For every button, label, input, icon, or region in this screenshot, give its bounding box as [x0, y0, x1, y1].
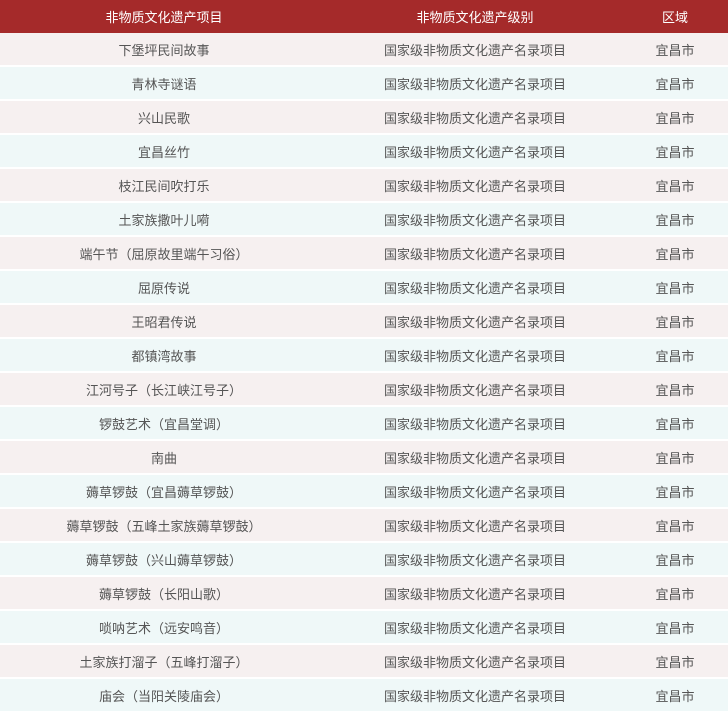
cell-level: 国家级非物质文化遗产名录项目 [328, 100, 622, 135]
table-body: 下堡坪民间故事 国家级非物质文化遗产名录项目 宜昌市 青林寺谜语 国家级非物质文化遗产名… [0, 33, 728, 713]
cell-project: 薅草锣鼓（兴山薅草锣鼓） [0, 542, 328, 577]
table-row: 薅草锣鼓（宜昌薅草锣鼓） 国家级非物质文化遗产名录项目 宜昌市 [0, 474, 728, 509]
cell-project: 土家族撒叶儿嗬 [0, 202, 328, 237]
cell-region: 宜昌市 [622, 338, 728, 373]
cell-region: 宜昌市 [622, 440, 728, 475]
table-row: 青林寺谜语 国家级非物质文化遗产名录项目 宜昌市 [0, 66, 728, 101]
table-row: 宜昌丝竹 国家级非物质文化遗产名录项目 宜昌市 [0, 134, 728, 169]
cell-project: 宜昌丝竹 [0, 134, 328, 169]
cell-level: 国家级非物质文化遗产名录项目 [328, 66, 622, 101]
cell-level: 国家级非物质文化遗产名录项目 [328, 474, 622, 509]
cell-region: 宜昌市 [622, 406, 728, 441]
cell-project: 薅草锣鼓（长阳山歌） [0, 576, 328, 611]
cell-level: 国家级非物质文化遗产名录项目 [328, 678, 622, 713]
header-level: 非物质文化遗产级别 [328, 0, 622, 33]
cell-level: 国家级非物质文化遗产名录项目 [328, 270, 622, 305]
cell-region: 宜昌市 [622, 644, 728, 679]
cell-level: 国家级非物质文化遗产名录项目 [328, 304, 622, 339]
table-row: 唢呐艺术（远安鸣音） 国家级非物质文化遗产名录项目 宜昌市 [0, 610, 728, 645]
cell-region: 宜昌市 [622, 304, 728, 339]
cell-region: 宜昌市 [622, 168, 728, 203]
table-row: 王昭君传说 国家级非物质文化遗产名录项目 宜昌市 [0, 304, 728, 339]
cell-level: 国家级非物质文化遗产名录项目 [328, 644, 622, 679]
table-row: 端午节（屈原故里端午习俗） 国家级非物质文化遗产名录项目 宜昌市 [0, 236, 728, 271]
cell-region: 宜昌市 [622, 508, 728, 543]
table-row: 薅草锣鼓（长阳山歌） 国家级非物质文化遗产名录项目 宜昌市 [0, 576, 728, 611]
cell-project: 王昭君传说 [0, 304, 328, 339]
table-row: 锣鼓艺术（宜昌堂调） 国家级非物质文化遗产名录项目 宜昌市 [0, 406, 728, 441]
cell-region: 宜昌市 [622, 610, 728, 645]
cell-region: 宜昌市 [622, 474, 728, 509]
cell-project: 下堡坪民间故事 [0, 33, 328, 67]
header-region: 区域 [622, 0, 728, 33]
cell-region: 宜昌市 [622, 33, 728, 67]
cell-level: 国家级非物质文化遗产名录项目 [328, 542, 622, 577]
cell-level: 国家级非物质文化遗产名录项目 [328, 134, 622, 169]
cell-project: 薅草锣鼓（宜昌薅草锣鼓） [0, 474, 328, 509]
cell-project: 兴山民歌 [0, 100, 328, 135]
cell-level: 国家级非物质文化遗产名录项目 [328, 576, 622, 611]
cell-level: 国家级非物质文化遗产名录项目 [328, 236, 622, 271]
table-row: 都镇湾故事 国家级非物质文化遗产名录项目 宜昌市 [0, 338, 728, 373]
heritage-table: 非物质文化遗产项目 非物质文化遗产级别 区域 下堡坪民间故事 国家级非物质文化遗产… [0, 0, 728, 713]
cell-project: 南曲 [0, 440, 328, 475]
cell-region: 宜昌市 [622, 576, 728, 611]
cell-project: 屈原传说 [0, 270, 328, 305]
table-header: 非物质文化遗产项目 非物质文化遗产级别 区域 [0, 0, 728, 33]
cell-project: 锣鼓艺术（宜昌堂调） [0, 406, 328, 441]
cell-region: 宜昌市 [622, 100, 728, 135]
table-row: 薅草锣鼓（兴山薅草锣鼓） 国家级非物质文化遗产名录项目 宜昌市 [0, 542, 728, 577]
cell-level: 国家级非物质文化遗产名录项目 [328, 202, 622, 237]
table-row: 南曲 国家级非物质文化遗产名录项目 宜昌市 [0, 440, 728, 475]
cell-project: 唢呐艺术（远安鸣音） [0, 610, 328, 645]
table-row: 土家族打溜子（五峰打溜子） 国家级非物质文化遗产名录项目 宜昌市 [0, 644, 728, 679]
cell-project: 青林寺谜语 [0, 66, 328, 101]
header-project: 非物质文化遗产项目 [0, 0, 328, 33]
cell-region: 宜昌市 [622, 372, 728, 407]
cell-project: 庙会（当阳关陵庙会） [0, 678, 328, 713]
cell-level: 国家级非物质文化遗产名录项目 [328, 440, 622, 475]
cell-level: 国家级非物质文化遗产名录项目 [328, 33, 622, 67]
cell-level: 国家级非物质文化遗产名录项目 [328, 372, 622, 407]
cell-region: 宜昌市 [622, 678, 728, 713]
cell-region: 宜昌市 [622, 270, 728, 305]
table-row: 土家族撒叶儿嗬 国家级非物质文化遗产名录项目 宜昌市 [0, 202, 728, 237]
cell-level: 国家级非物质文化遗产名录项目 [328, 406, 622, 441]
cell-region: 宜昌市 [622, 202, 728, 237]
header-row: 非物质文化遗产项目 非物质文化遗产级别 区域 [0, 0, 728, 33]
table-row: 庙会（当阳关陵庙会） 国家级非物质文化遗产名录项目 宜昌市 [0, 678, 728, 713]
cell-project: 江河号子（长江峡江号子） [0, 372, 328, 407]
cell-project: 薅草锣鼓（五峰土家族薅草锣鼓） [0, 508, 328, 543]
cell-project: 土家族打溜子（五峰打溜子） [0, 644, 328, 679]
table-row: 江河号子（长江峡江号子） 国家级非物质文化遗产名录项目 宜昌市 [0, 372, 728, 407]
table-row: 下堡坪民间故事 国家级非物质文化遗产名录项目 宜昌市 [0, 33, 728, 67]
cell-level: 国家级非物质文化遗产名录项目 [328, 610, 622, 645]
heritage-table-container: 非物质文化遗产项目 非物质文化遗产级别 区域 下堡坪民间故事 国家级非物质文化遗产… [0, 0, 728, 713]
cell-level: 国家级非物质文化遗产名录项目 [328, 338, 622, 373]
cell-region: 宜昌市 [622, 134, 728, 169]
cell-region: 宜昌市 [622, 542, 728, 577]
cell-project: 枝江民间吹打乐 [0, 168, 328, 203]
cell-level: 国家级非物质文化遗产名录项目 [328, 168, 622, 203]
cell-level: 国家级非物质文化遗产名录项目 [328, 508, 622, 543]
cell-region: 宜昌市 [622, 66, 728, 101]
cell-project: 端午节（屈原故里端午习俗） [0, 236, 328, 271]
table-row: 薅草锣鼓（五峰土家族薅草锣鼓） 国家级非物质文化遗产名录项目 宜昌市 [0, 508, 728, 543]
table-row: 兴山民歌 国家级非物质文化遗产名录项目 宜昌市 [0, 100, 728, 135]
cell-region: 宜昌市 [622, 236, 728, 271]
cell-project: 都镇湾故事 [0, 338, 328, 373]
table-row: 屈原传说 国家级非物质文化遗产名录项目 宜昌市 [0, 270, 728, 305]
table-row: 枝江民间吹打乐 国家级非物质文化遗产名录项目 宜昌市 [0, 168, 728, 203]
